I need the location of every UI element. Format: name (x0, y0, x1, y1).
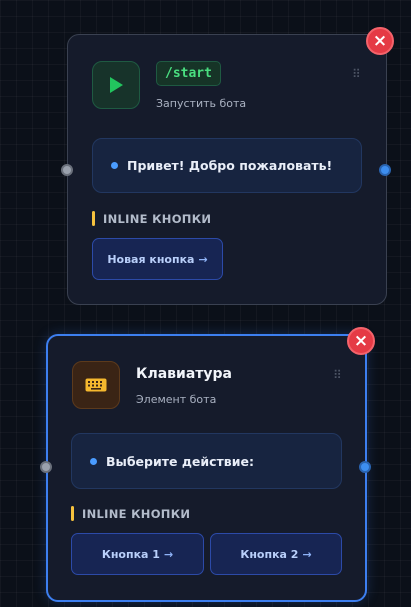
keyboard-icon (72, 361, 120, 409)
drag-handle-icon[interactable]: ⠿ (333, 369, 342, 381)
section-label-text: INLINE КНОПКИ (82, 506, 191, 521)
output-handle[interactable] (379, 164, 391, 176)
drag-handle-icon[interactable]: ⠿ (352, 68, 361, 80)
inline-buttons-label: INLINE КНОПКИ (92, 211, 211, 226)
output-handle[interactable] (359, 461, 371, 473)
play-icon (92, 61, 140, 109)
message-dot (90, 457, 97, 465)
inline-buttons-label: INLINE КНОПКИ (71, 506, 190, 521)
arrow-right-icon: → (163, 547, 174, 561)
input-handle[interactable] (40, 461, 52, 473)
keyboard-node[interactable]: Клавиатура Элемент бота ⠿ Выберите дейст… (46, 334, 367, 602)
close-node-button[interactable]: × (366, 27, 394, 55)
arrow-right-icon: → (302, 547, 312, 561)
inline-button-new[interactable]: Новая кнопка → (92, 238, 223, 280)
command-badge: /start (156, 61, 221, 86)
input-handle[interactable] (61, 164, 73, 176)
message-text: Выберите действие: (106, 453, 254, 469)
start-command-node[interactable]: /start Запустить бота ⠿ Привет! Добро по… (67, 34, 387, 305)
section-label-text: INLINE КНОПКИ (103, 211, 212, 226)
button-label: Кнопка 2 (240, 547, 299, 561)
message-dot (111, 162, 118, 169)
message-bubble: Выберите действие: (71, 433, 342, 489)
button-label: Кнопка 1 (101, 547, 160, 561)
node-subtitle: Элемент бота (136, 393, 217, 406)
message-text: Привет! Добро пожаловать! (127, 158, 333, 173)
close-node-button[interactable]: × (347, 327, 375, 355)
inline-button-2[interactable]: Кнопка 2 → (210, 533, 342, 575)
node-title: Клавиатура (136, 366, 232, 382)
message-bubble: Привет! Добро пожаловать! (92, 138, 362, 193)
section-accent-bar (92, 211, 95, 226)
section-accent-bar (71, 506, 74, 521)
arrow-right-icon: → (198, 252, 208, 266)
node-subtitle: Запустить бота (156, 97, 247, 110)
inline-button-1[interactable]: Кнопка 1 → (71, 533, 204, 575)
button-label: Новая кнопка (107, 252, 195, 266)
